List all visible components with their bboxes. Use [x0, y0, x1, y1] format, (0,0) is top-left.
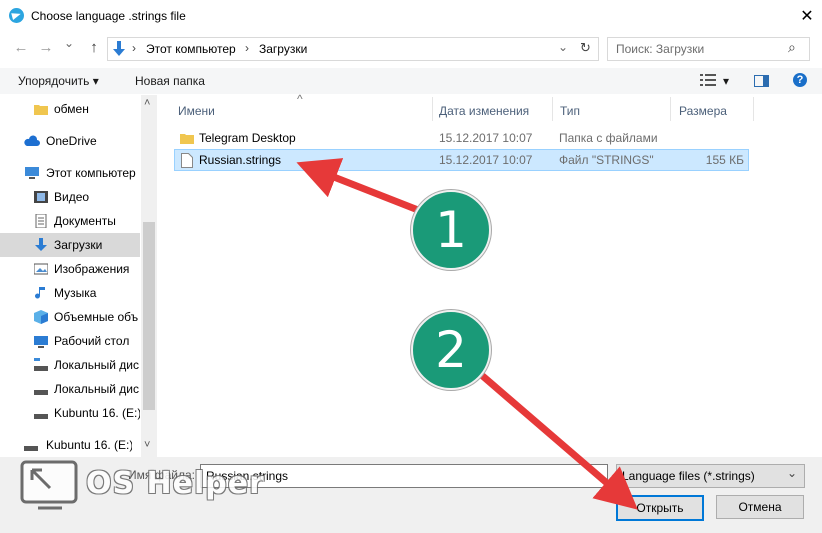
arrow-to-file	[296, 158, 420, 214]
step-badge-2: 2	[411, 310, 491, 390]
step-badge-1: 1	[411, 190, 491, 270]
arrow-to-open-button	[475, 369, 638, 510]
annotation-arrows	[296, 158, 638, 510]
